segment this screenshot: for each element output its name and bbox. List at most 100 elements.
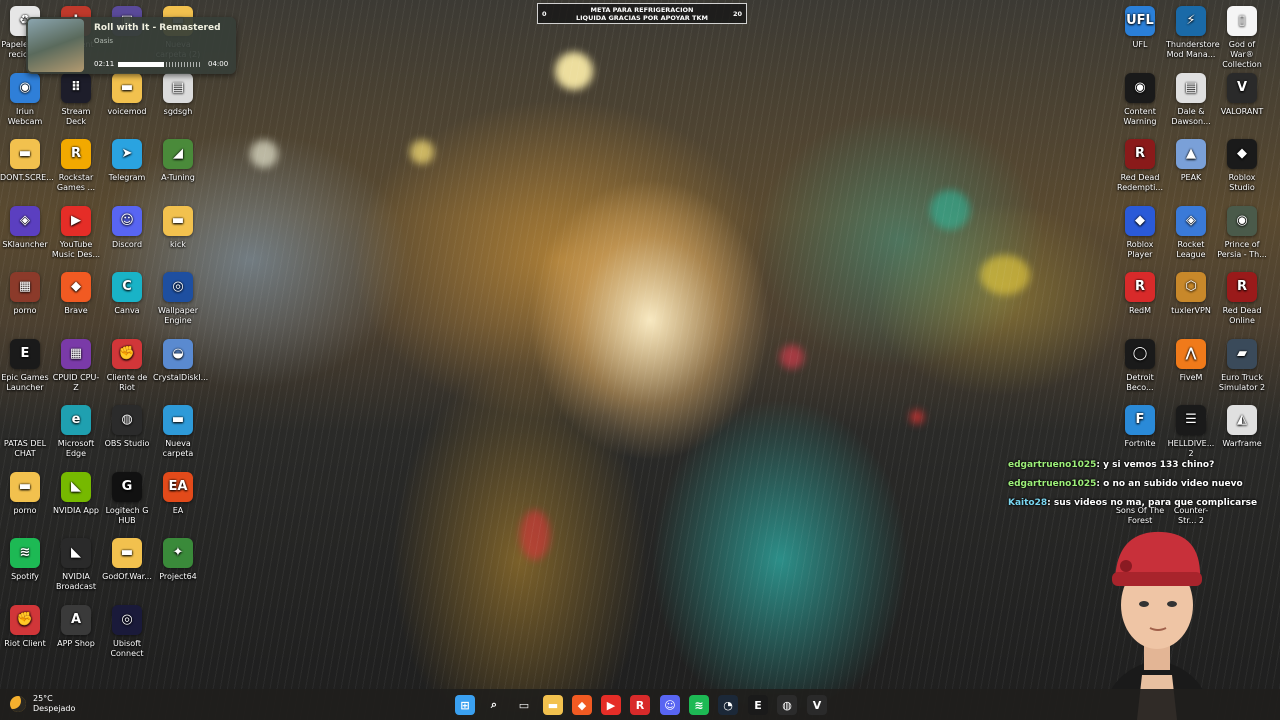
obs-taskbar-button[interactable]: ◍	[777, 695, 797, 715]
media-flyout[interactable]: Roll with It - Remastered Oasis 02:11 04…	[26, 17, 236, 74]
goal-end: 20	[732, 10, 742, 18]
desktop-icon-label: Red Dead Redempti...	[1117, 173, 1163, 192]
spotify-taskbar-button[interactable]: ≋	[689, 695, 709, 715]
desktop-icon-sklauncher[interactable]: ◈ SKlauncher	[0, 205, 50, 250]
desktop-icon-label: CrystalDiskI...	[153, 372, 209, 382]
desktop-icon-fortnite[interactable]: F Fortnite	[1115, 405, 1165, 449]
desktop-icon-nueva-carpeta[interactable]: ▬ Nueva carpeta	[153, 405, 203, 459]
discord-taskbar-button[interactable]: ☺	[660, 695, 680, 715]
nueva-carpeta-icon: ▬	[163, 405, 193, 435]
desktop-icon-a-tuning[interactable]: ◢ A-Tuning	[153, 139, 203, 183]
desktop-icon-content-warning[interactable]: ◉ Content Warning	[1115, 72, 1165, 127]
desktop-icon-ufl[interactable]: UFL UFL	[1115, 6, 1165, 50]
obs-studio-icon: ◍	[112, 405, 142, 435]
desktop-icon-fivem[interactable]: ⋀ FiveM	[1166, 338, 1216, 383]
desktop-icon-logitech-g-hub[interactable]: G Logitech G HUB	[102, 471, 152, 526]
desktop-icon-app-shop[interactable]: A APP Shop	[51, 604, 101, 649]
desktop-icon-god-of-war-collection[interactable]: ▯ God of War® Collection	[1217, 6, 1267, 70]
desktop-icon-telegram[interactable]: ➤ Telegram	[102, 139, 152, 183]
desktop-icon-euro-truck-simulator-2[interactable]: ▰ Euro Truck Simulator 2	[1217, 338, 1267, 393]
desktop-icon-tuxlervpn[interactable]: ⬡ tuxlerVPN	[1166, 272, 1216, 316]
desktop-icon-ea[interactable]: EA EA	[153, 471, 203, 516]
desktop-icon-obs-studio[interactable]: ◍ OBS Studio	[102, 405, 152, 449]
desktop-icon-nvidia-app[interactable]: ◣ NVIDIA App	[51, 471, 101, 516]
desktop-icon-voicemod[interactable]: ▬ voicemod	[102, 72, 152, 117]
chat-message: edgartrueno1025: y si vemos 133 chino?	[1008, 460, 1273, 479]
sgdsgh-icon: ▤	[163, 72, 193, 103]
desktop-icon-prince-of-persia-th[interactable]: ◉ Prince of Persia - Th...	[1217, 205, 1267, 260]
redm-taskbar-button[interactable]: R	[630, 695, 650, 715]
porno-icon: ▦	[10, 272, 40, 302]
redm-icon: R	[1125, 272, 1155, 302]
desktop-icon-peak[interactable]: ▲ PEAK	[1166, 139, 1216, 183]
desktop-icon-label: GodOf.War...	[102, 572, 152, 581]
desktop-icon-stream-deck[interactable]: ⠿ Stream Deck	[51, 72, 101, 127]
desktop-icon-ubisoft-connect[interactable]: ◎ Ubisoft Connect	[102, 604, 152, 659]
desktop-icon-canva[interactable]: C Canva	[102, 272, 152, 316]
desktop-icon-warframe[interactable]: ◭ Warframe	[1217, 405, 1267, 449]
dont-scre-icon: ▬	[10, 139, 40, 169]
desktop-icon-epic-games-launcher[interactable]: E Epic Games Launcher	[0, 338, 50, 393]
search-button[interactable]: ⌕	[484, 695, 504, 715]
desktop-icon-wallpaper-engine[interactable]: ◎ Wallpaper Engine	[153, 272, 203, 326]
epic-games-launcher-icon: E	[10, 338, 40, 369]
desktop-icon-porno[interactable]: ▬ porno	[0, 471, 50, 516]
desktop-icon-dale-dawson[interactable]: ▤ Dale & Dawson...	[1166, 72, 1216, 127]
content-warning-icon: ◉	[1125, 72, 1155, 103]
desktop-icon-crystaldiski[interactable]: ◒ CrystalDiskI...	[153, 338, 209, 383]
epic-taskbar-button[interactable]: E	[748, 695, 768, 715]
desktop-icon-nvidia-broadcast[interactable]: ◣ NVIDIA Broadcast	[51, 538, 101, 592]
avatar-left-eye	[1139, 601, 1149, 607]
desktop-icon-porno[interactable]: ▦ porno	[0, 272, 50, 316]
start-button[interactable]: ⊞	[455, 695, 475, 715]
desktop-icon-redm[interactable]: R RedM	[1115, 272, 1165, 316]
file-explorer-button[interactable]: ▬	[543, 695, 563, 715]
desktop-icon-red-dead-online[interactable]: R Red Dead Online	[1217, 272, 1267, 326]
desktop-icon-label: Roblox Player	[1126, 239, 1154, 259]
bokeh-light	[780, 345, 804, 369]
desktop-icon-patas-del-chat[interactable]: PATAS DEL CHAT	[0, 405, 50, 459]
desktop-icon-project64[interactable]: ✦ Project64	[153, 538, 203, 582]
desktop-icon-detroit-beco[interactable]: ◯ Detroit Beco...	[1115, 338, 1165, 393]
desktop-icon-riot-client[interactable]: ✊ Riot Client	[0, 604, 50, 649]
desktop-icon-spotify[interactable]: ≋ Spotify	[0, 538, 50, 582]
track-title: Roll with It - Remastered	[94, 23, 221, 33]
desktop-icon-cliente-de-riot[interactable]: ✊ Cliente de Riot	[102, 338, 152, 393]
desktop-icon-rocket-league[interactable]: ◈ Rocket League	[1166, 205, 1216, 260]
desktop-icon-kick[interactable]: ▬ kick	[153, 205, 203, 250]
desktop-icon-sgdsgh[interactable]: ▤ sgdsgh	[153, 72, 203, 117]
desktop-icon-label: Warframe	[1222, 439, 1262, 448]
desktop-icon-discord[interactable]: ☺ Discord	[102, 205, 152, 250]
helldive-2-icon: ☰	[1176, 405, 1206, 435]
desktop-icon-label: Microsoft Edge	[57, 439, 95, 458]
desktop-icon-rockstar-games[interactable]: R Rockstar Games ...	[51, 139, 101, 193]
desktop-icon-label: Spotify	[11, 572, 39, 581]
desktop-icon-thunderstore-mod-mana[interactable]: ⚡ Thunderstore Mod Mana...	[1166, 6, 1220, 60]
desktop-icon-youtube-music-des[interactable]: ▶ YouTube Music Des...	[51, 205, 101, 260]
desktop-icon-dont-scre[interactable]: ▬ DONT.SCRE...	[0, 139, 54, 183]
youtube-music-taskbar-button[interactable]: ▶	[601, 695, 621, 715]
desktop-icon-roblox-studio[interactable]: ◆ Roblox Studio	[1217, 139, 1267, 193]
desktop-icon-microsoft-edge[interactable]: e Microsoft Edge	[51, 405, 101, 459]
desktop-icon-valorant[interactable]: V VALORANT	[1217, 72, 1267, 117]
avatar-right-eye	[1167, 601, 1177, 607]
desktop-icon-label: voicemod	[107, 106, 147, 116]
brave-taskbar-button[interactable]: ◆	[572, 695, 592, 715]
desktop-icon-godof-war[interactable]: ▬ GodOf.War...	[102, 538, 152, 582]
desktop-icon-helldive-2[interactable]: ☰ HELLDIVE... 2	[1166, 405, 1216, 459]
desktop-icon-cpuid-cpu-z[interactable]: ▦ CPUID CPU-Z	[51, 338, 101, 393]
desktop-icon-label: Brave	[64, 306, 88, 315]
desktop-icon-red-dead-redempti[interactable]: R Red Dead Redempti...	[1115, 139, 1165, 193]
desktop-icon-roblox-player[interactable]: ◆ Roblox Player	[1115, 205, 1165, 260]
valorant-taskbar-button[interactable]: V	[807, 695, 827, 715]
roblox-studio-icon: ◆	[1227, 139, 1257, 169]
steam-taskbar-button[interactable]: ◔	[718, 695, 738, 715]
chat-text: : y si vemos 133 chino?	[1096, 460, 1215, 470]
desktop-icon-label: SKlauncher	[2, 239, 48, 249]
desktop-icon-iriun-webcam[interactable]: ◉ Iriun Webcam	[0, 72, 50, 127]
bokeh-light	[930, 190, 970, 230]
desktop-icon-label: OBS Studio	[104, 439, 150, 448]
red-dead-redempti-icon: R	[1125, 139, 1155, 169]
desktop-icon-brave[interactable]: ◆ Brave	[51, 272, 101, 316]
task-view-button[interactable]: ▭	[514, 695, 534, 715]
